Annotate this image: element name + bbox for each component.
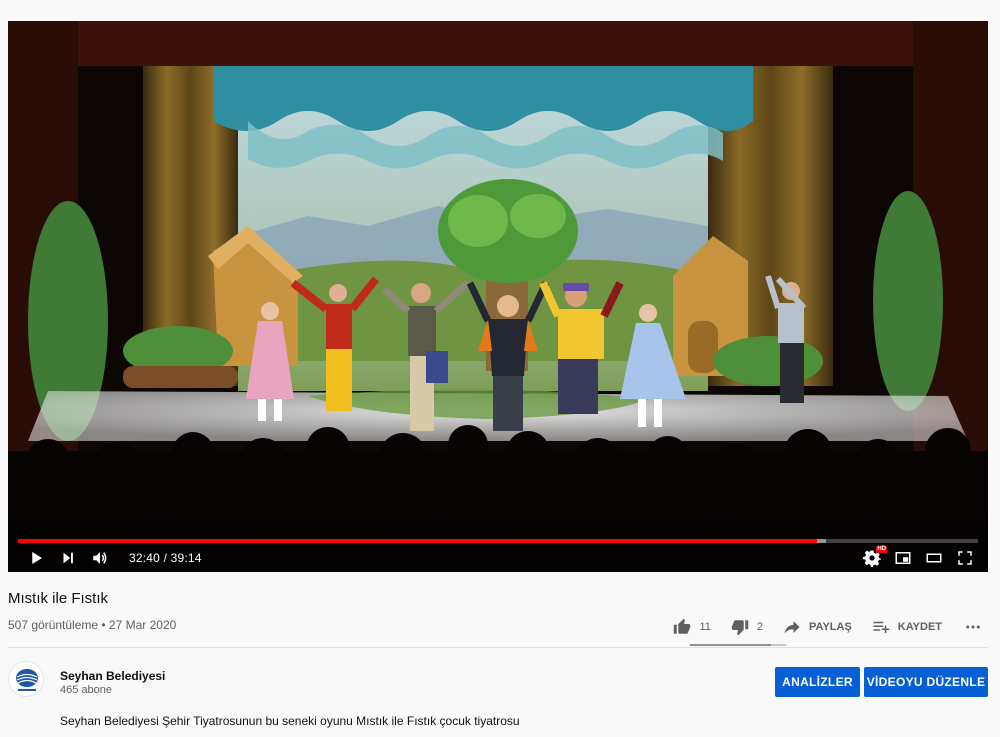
miniplayer-button[interactable] [892, 547, 914, 569]
dislike-button[interactable]: 2 [731, 618, 763, 636]
channel-logo-icon [9, 662, 43, 696]
hd-badge: HD [876, 546, 887, 553]
playlist-add-icon [873, 621, 890, 633]
theater-icon [926, 553, 942, 563]
analytics-button[interactable]: ANALİZLER [775, 667, 860, 697]
fullscreen-icon [958, 551, 972, 565]
video-title: Mıstık ile Fıstık [8, 590, 109, 607]
volume-icon [93, 552, 107, 564]
like-ratio-fill [690, 644, 772, 646]
channel-avatar[interactable] [8, 661, 44, 697]
video-description: Seyhan Belediyesi Şehir Tiyatrosunun bu … [60, 714, 520, 728]
share-button[interactable]: PAYLAŞ [783, 618, 852, 636]
progress-played [18, 539, 817, 543]
time-current: 32:40 [129, 551, 161, 565]
miniplayer-icon [895, 552, 911, 564]
dislike-count: 2 [756, 621, 763, 633]
save-label: KAYDET [897, 621, 942, 633]
like-ratio-bar [690, 644, 786, 646]
channel-name[interactable]: Seyhan Belediyesi [60, 669, 165, 683]
subscriber-count: 465 abone [60, 684, 112, 696]
progress-bar[interactable] [18, 539, 978, 543]
thumbs-up-icon [674, 618, 691, 634]
share-label: PAYLAŞ [808, 621, 852, 633]
play-button[interactable] [25, 547, 47, 569]
player-controls: 32:40 / 39:14 HD [8, 546, 988, 569]
play-icon [32, 552, 42, 564]
volume-button[interactable] [89, 547, 111, 569]
video-player[interactable]: 32:40 / 39:14 HD [8, 21, 988, 572]
more-actions-button[interactable] [964, 618, 982, 636]
next-button[interactable] [57, 547, 79, 569]
theater-mode-button[interactable] [923, 547, 945, 569]
time-total: 39:14 [170, 551, 202, 565]
like-count: 11 [699, 621, 711, 633]
video-frame[interactable] [8, 21, 988, 572]
save-button[interactable]: KAYDET [872, 618, 942, 636]
fullscreen-button[interactable] [954, 547, 976, 569]
watch-page: 32:40 / 39:14 HD Mıstık ile Fıstık 507 g… [0, 0, 1000, 737]
more-horizontal-icon [966, 625, 980, 629]
thumbs-down-icon [731, 620, 749, 636]
like-button[interactable]: 11 [673, 618, 711, 636]
divider [8, 647, 988, 648]
time-display: 32:40 / 39:14 [129, 551, 202, 565]
settings-button[interactable]: HD [861, 546, 887, 569]
share-icon [784, 621, 800, 634]
view-count-date: 507 görüntüleme • 27 Mar 2020 [8, 618, 177, 632]
action-bar: 11 2 PAYLAŞ KAYDET [653, 614, 982, 640]
skip-next-icon [63, 552, 73, 564]
edit-video-button[interactable]: VİDEOYU DÜZENLE [864, 667, 988, 697]
